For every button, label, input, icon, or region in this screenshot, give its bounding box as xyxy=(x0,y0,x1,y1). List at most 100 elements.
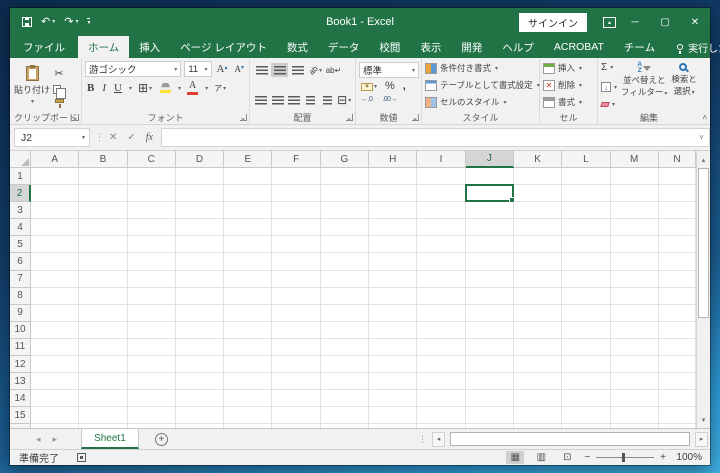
cell-B11[interactable] xyxy=(79,339,127,356)
cell-E14[interactable] xyxy=(224,390,272,407)
shrink-font-button[interactable]: A▾ xyxy=(232,63,246,75)
cell-N5[interactable] xyxy=(659,236,696,253)
cell-K14[interactable] xyxy=(514,390,562,407)
dialog-launcher-icon[interactable] xyxy=(412,114,419,121)
cell-I14[interactable] xyxy=(417,390,465,407)
cell-G2[interactable] xyxy=(321,185,369,202)
column-header-E[interactable]: E xyxy=(224,151,272,168)
cell-N11[interactable] xyxy=(659,339,696,356)
chevron-down-icon[interactable]: ▾ xyxy=(178,85,181,92)
zoom-slider[interactable] xyxy=(596,457,654,458)
cell-K2[interactable] xyxy=(514,185,562,202)
cell-G10[interactable] xyxy=(321,322,369,339)
cell-D8[interactable] xyxy=(176,288,224,305)
cell-J7[interactable] xyxy=(466,271,514,288)
cell-N15[interactable] xyxy=(659,407,696,424)
ribbon-display-options-button[interactable]: ▴ xyxy=(603,17,616,28)
cell-L7[interactable] xyxy=(562,271,610,288)
cell-E11[interactable] xyxy=(224,339,272,356)
column-header-M[interactable]: M xyxy=(611,151,659,168)
cell-I7[interactable] xyxy=(417,271,465,288)
cell-K9[interactable] xyxy=(514,305,562,322)
cell-J5[interactable] xyxy=(466,236,514,253)
cell-D13[interactable] xyxy=(176,373,224,390)
column-header-K[interactable]: K xyxy=(514,151,562,168)
cell-I9[interactable] xyxy=(417,305,465,322)
formula-input[interactable] xyxy=(161,128,694,147)
cell-B7[interactable] xyxy=(79,271,127,288)
cell-L6[interactable] xyxy=(562,253,610,270)
vertical-scroll-track[interactable] xyxy=(697,318,710,411)
redo-button[interactable]: ↷▾ xyxy=(64,17,78,28)
cell-C10[interactable] xyxy=(128,322,176,339)
middle-align-button[interactable] xyxy=(271,63,288,77)
vertical-scrollbar[interactable]: ▴ ▾ xyxy=(696,151,710,428)
clear-button[interactable]: ▾ xyxy=(601,101,617,108)
cell-C1[interactable] xyxy=(128,168,176,185)
cell-D1[interactable] xyxy=(176,168,224,185)
percent-style-button[interactable]: % xyxy=(383,80,397,93)
maximize-button[interactable]: ▢ xyxy=(650,8,680,36)
cell-J11[interactable] xyxy=(466,339,514,356)
name-box[interactable]: J2▾ xyxy=(14,128,90,147)
cell-F8[interactable] xyxy=(272,288,320,305)
cell-C5[interactable] xyxy=(128,236,176,253)
cell-K12[interactable] xyxy=(514,356,562,373)
cell-styles-button[interactable]: セルのスタイル▾ xyxy=(425,96,536,108)
cell-C13[interactable] xyxy=(128,373,176,390)
fill-color-button[interactable] xyxy=(158,82,173,94)
paste-button[interactable]: 貼り付け ▾ xyxy=(13,61,51,110)
minimize-button[interactable]: ─ xyxy=(620,8,650,36)
cell-N4[interactable] xyxy=(659,219,696,236)
format-as-table-button[interactable]: テーブルとして書式設定▾ xyxy=(425,79,536,91)
row-header-8[interactable]: 8 xyxy=(10,288,31,305)
cell-B15[interactable] xyxy=(79,407,127,424)
cell-K13[interactable] xyxy=(514,373,562,390)
column-header-N[interactable]: N xyxy=(659,151,696,168)
cell-M14[interactable] xyxy=(611,390,659,407)
enter-button[interactable]: ✓ xyxy=(127,132,135,143)
macro-record-icon[interactable] xyxy=(77,453,86,462)
cell-D5[interactable] xyxy=(176,236,224,253)
cell-K5[interactable] xyxy=(514,236,562,253)
cell-L8[interactable] xyxy=(562,288,610,305)
align-left-button[interactable] xyxy=(253,93,269,107)
cell-E2[interactable] xyxy=(224,185,272,202)
cell-C7[interactable] xyxy=(128,271,176,288)
cell-F4[interactable] xyxy=(272,219,320,236)
cell-N9[interactable] xyxy=(659,305,696,322)
cell-N2[interactable] xyxy=(659,185,696,202)
cell-L15[interactable] xyxy=(562,407,610,424)
cut-button[interactable]: ✂ xyxy=(51,68,67,81)
cell-G14[interactable] xyxy=(321,390,369,407)
cell-D2[interactable] xyxy=(176,185,224,202)
cell-I10[interactable] xyxy=(417,322,465,339)
cell-N14[interactable] xyxy=(659,390,696,407)
cell-G11[interactable] xyxy=(321,339,369,356)
cell-A3[interactable] xyxy=(31,202,79,219)
cell-D9[interactable] xyxy=(176,305,224,322)
tab-formulas[interactable]: 数式 xyxy=(277,36,318,58)
cell-L5[interactable] xyxy=(562,236,610,253)
tab-review[interactable]: 校閲 xyxy=(369,36,410,58)
cell-M1[interactable] xyxy=(611,168,659,185)
cell-N12[interactable] xyxy=(659,356,696,373)
dialog-launcher-icon[interactable] xyxy=(72,114,79,121)
row-header-5[interactable]: 5 xyxy=(10,236,31,253)
dialog-launcher-icon[interactable] xyxy=(240,114,247,121)
sign-in-button[interactable]: サインイン xyxy=(519,13,587,32)
cell-K8[interactable] xyxy=(514,288,562,305)
cell-I12[interactable] xyxy=(417,356,465,373)
row-header-10[interactable]: 10 xyxy=(10,322,31,339)
cell-E13[interactable] xyxy=(224,373,272,390)
cell-E15[interactable] xyxy=(224,407,272,424)
save-button[interactable] xyxy=(22,17,32,27)
cell-J14[interactable] xyxy=(466,390,514,407)
expand-formula-bar-button[interactable]: ˅ xyxy=(694,128,710,147)
cell-L13[interactable] xyxy=(562,373,610,390)
cell-B10[interactable] xyxy=(79,322,127,339)
cell-A6[interactable] xyxy=(31,253,79,270)
close-button[interactable]: ✕ xyxy=(680,8,710,36)
cell-F7[interactable] xyxy=(272,271,320,288)
cell-E12[interactable] xyxy=(224,356,272,373)
